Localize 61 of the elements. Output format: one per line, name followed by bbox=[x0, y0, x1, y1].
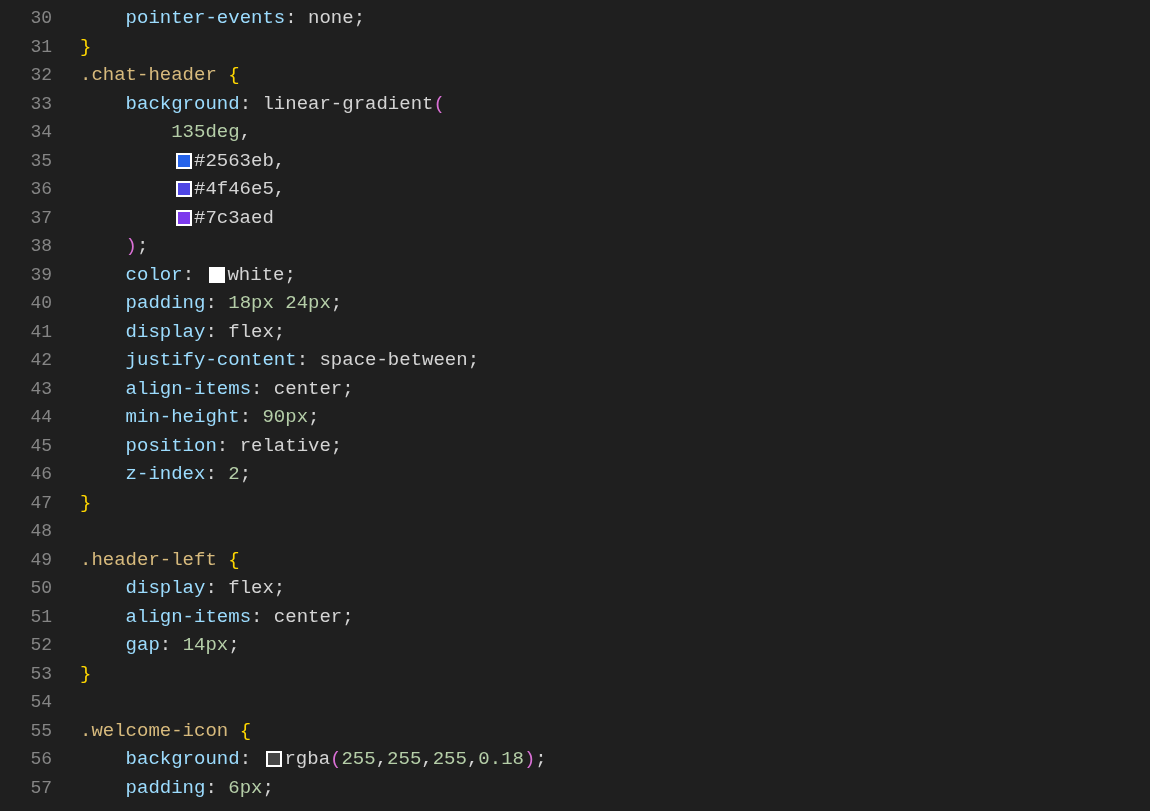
code-text: .chat-header { bbox=[80, 63, 240, 88]
code-text: min-height: 90px; bbox=[124, 405, 320, 430]
code-text: color: bbox=[124, 262, 196, 288]
code-text: padding: 6px; bbox=[124, 775, 274, 801]
color-swatch[interactable] bbox=[176, 181, 192, 198]
color-swatch[interactable] bbox=[266, 751, 283, 768]
line-number: 49 bbox=[29, 548, 52, 572]
code-text: display: flex; bbox=[124, 319, 286, 345]
line-number: 47 bbox=[29, 491, 52, 515]
code-text: white; bbox=[227, 262, 296, 288]
line-number: 36 bbox=[29, 178, 52, 201]
line-number: 42 bbox=[29, 349, 52, 372]
line-number: 32 bbox=[29, 64, 52, 87]
line-number: 34 bbox=[29, 121, 52, 144]
code-text: justify-content: space-between; bbox=[124, 348, 480, 373]
line-number: 31 bbox=[29, 35, 52, 59]
line-number: 30 bbox=[29, 7, 52, 30]
line-number: 50 bbox=[29, 577, 52, 600]
line-number: 57 bbox=[29, 776, 52, 800]
line-number: 35 bbox=[29, 149, 52, 173]
line-number: 43 bbox=[29, 377, 52, 401]
code-text: 135deg, bbox=[170, 120, 252, 145]
code-text: } bbox=[80, 490, 92, 516]
code-text: ); bbox=[124, 234, 149, 259]
code-text: background: bbox=[124, 747, 253, 772]
code-text: rgba(255,255,255,0.18); bbox=[284, 747, 547, 772]
line-number: 38 bbox=[29, 235, 52, 258]
line-number: 40 bbox=[29, 292, 52, 315]
color-swatch[interactable] bbox=[176, 209, 192, 226]
code-text: z-index: 2; bbox=[124, 462, 252, 487]
line-number: 45 bbox=[29, 434, 52, 458]
line-number: 33 bbox=[29, 92, 52, 116]
line-number: 56 bbox=[29, 748, 52, 771]
line-number: 54 bbox=[29, 691, 52, 714]
code-text: } bbox=[80, 661, 92, 687]
code-text: #2563eb, bbox=[194, 148, 286, 174]
color-swatch[interactable] bbox=[209, 266, 226, 283]
line-number: 52 bbox=[29, 634, 52, 657]
code-text: padding: 18px 24px; bbox=[124, 291, 343, 316]
code-text: align-items: center; bbox=[124, 604, 354, 630]
code-text: .header-left { bbox=[80, 547, 240, 573]
code-text: #4f46e5, bbox=[194, 177, 286, 202]
line-number: 55 bbox=[29, 719, 52, 743]
code-text: #7c3aed bbox=[194, 205, 274, 231]
code-text: background: linear-gradient( bbox=[124, 91, 445, 117]
code-text: gap: 14px; bbox=[124, 633, 240, 658]
line-number: 41 bbox=[29, 320, 52, 344]
line-number: 51 bbox=[29, 605, 52, 629]
code-text: pointer-events: none; bbox=[124, 6, 366, 31]
line-number: 44 bbox=[29, 406, 52, 429]
code-text: } bbox=[80, 34, 92, 60]
line-number: 48 bbox=[29, 520, 52, 543]
code-text: display: flex; bbox=[124, 576, 286, 601]
code-text: align-items: center; bbox=[124, 376, 354, 402]
color-swatch[interactable] bbox=[176, 152, 192, 169]
line-number: 37 bbox=[29, 206, 52, 230]
code-text: .welcome-icon { bbox=[80, 718, 252, 744]
code-text: position: relative; bbox=[124, 433, 343, 459]
line-number: 53 bbox=[29, 662, 52, 686]
line-number: 39 bbox=[29, 263, 52, 287]
line-number: 46 bbox=[29, 463, 52, 486]
